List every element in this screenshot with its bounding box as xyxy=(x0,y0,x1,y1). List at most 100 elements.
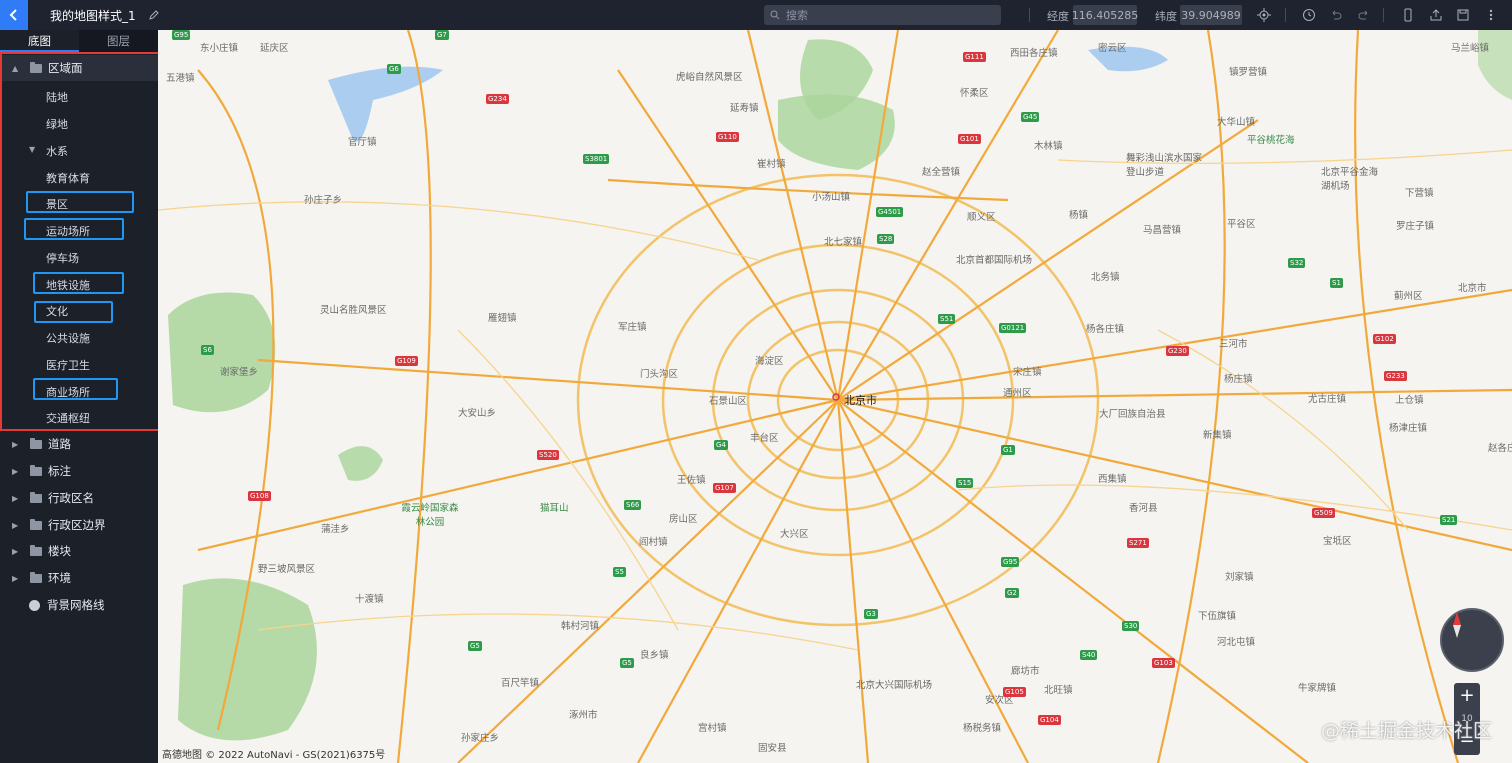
compass-control[interactable] xyxy=(1440,608,1504,672)
place-label: 下伍旗镇 xyxy=(1198,611,1237,622)
attribution-text: © 2022 AutoNavi - GS(2021)6375号 xyxy=(205,750,386,761)
poi-label: 虎峪自然风景区 xyxy=(676,72,743,83)
place-label: 雁翅镇 xyxy=(488,313,517,324)
undo-icon[interactable] xyxy=(1329,8,1343,22)
poi-label: 猫耳山 xyxy=(540,503,569,514)
group-buildings[interactable]: ▶ 楼块 xyxy=(0,538,158,564)
divider xyxy=(1285,8,1286,22)
place-label: 大厂回族自治县 xyxy=(1099,409,1166,420)
locate-icon[interactable] xyxy=(1257,8,1271,22)
place-label: 密云区 xyxy=(1098,43,1127,54)
highway-shield: G4 xyxy=(714,440,728,450)
place-label: 石景山区 xyxy=(709,396,748,407)
group-grid[interactable]: 背景网格线 xyxy=(0,592,158,618)
national-road-shield: G230 xyxy=(1166,346,1189,356)
share-icon[interactable] xyxy=(1429,8,1443,22)
place-label: 涿州市 xyxy=(569,710,598,721)
place-label: 木林镇 xyxy=(1034,141,1063,152)
national-road-shield: G233 xyxy=(1384,371,1407,381)
group-labels[interactable]: ▶ 标注 xyxy=(0,458,158,484)
place-label: 丰台区 xyxy=(750,433,779,444)
longitude-label: 经度 xyxy=(1047,10,1069,23)
group-roads[interactable]: ▶ 道路 xyxy=(0,431,158,457)
place-label: 蓟州区 xyxy=(1394,291,1423,302)
highway-shield: G0121 xyxy=(999,323,1027,333)
edit-icon[interactable] xyxy=(148,9,160,21)
place-label: 镇罗营镇 xyxy=(1229,67,1268,78)
search-input[interactable]: 搜索 xyxy=(764,5,1001,25)
map-style-title: 我的地图样式_1 xyxy=(50,8,136,23)
caret-right-icon: ▶ xyxy=(12,546,19,556)
place-label: 北旺镇 xyxy=(1044,685,1073,696)
highway-shield: S51 xyxy=(938,314,956,324)
highway-shield: S5 xyxy=(613,567,626,577)
highway-shield: G4501 xyxy=(876,207,904,217)
highway-shield: S1 xyxy=(1330,278,1343,288)
place-label: 三河市 xyxy=(1219,339,1248,350)
place-label: 良乡镇 xyxy=(640,650,669,661)
zoom-in-button[interactable]: + xyxy=(1454,683,1480,709)
save-icon[interactable] xyxy=(1456,8,1470,22)
place-label: 牛家牌镇 xyxy=(1298,683,1337,694)
history-icon[interactable] xyxy=(1302,8,1316,22)
back-button[interactable] xyxy=(0,0,28,30)
highway-shield: S66 xyxy=(624,500,642,510)
place-label: 五港镇 xyxy=(166,73,195,84)
place-label: 宝坻区 xyxy=(1323,536,1352,547)
place-label: 西集镇 xyxy=(1098,474,1127,485)
search-placeholder: 搜索 xyxy=(786,9,808,22)
highway-shield: S21 xyxy=(1440,515,1458,525)
highway-shield: G3 xyxy=(864,609,878,619)
place-label: 宋庄镇 xyxy=(1013,367,1042,378)
place-label: 十渡镇 xyxy=(355,594,384,605)
poi-label: 北京首都国际机场 xyxy=(956,255,1033,266)
place-label: 刘家镇 xyxy=(1225,572,1254,583)
highway-shield: G6 xyxy=(387,64,401,74)
place-label: 军庄镇 xyxy=(618,322,647,333)
highway-shield: G1 xyxy=(1001,445,1015,455)
place-label: 杨庄镇 xyxy=(1224,374,1253,385)
caret-right-icon: ▶ xyxy=(12,573,19,583)
highway-shield: G7 xyxy=(435,30,449,40)
group-admin-names[interactable]: ▶ 行政区名 xyxy=(0,485,158,511)
place-label: 延寿镇 xyxy=(730,103,759,114)
place-label: 河北屯镇 xyxy=(1217,637,1256,648)
highway-shield: G45 xyxy=(1021,112,1040,122)
national-road-shield: G108 xyxy=(248,491,271,501)
place-label: 官厅镇 xyxy=(348,137,377,148)
place-label: 蒲洼乡 xyxy=(321,524,350,535)
place-label: 新集镇 xyxy=(1203,430,1232,441)
national-road-shield: G509 xyxy=(1312,508,1335,518)
poi-label: 霞云岭国家森林公园 xyxy=(401,503,459,528)
group-admin-borders[interactable]: ▶ 行政区边界 xyxy=(0,512,158,538)
highway-shield: S40 xyxy=(1080,650,1098,660)
place-label: 下营镇 xyxy=(1405,188,1434,199)
place-label: 海淀区 xyxy=(755,356,784,367)
mobile-preview-icon[interactable] xyxy=(1401,8,1415,22)
poi-label: 野三坡风景区 xyxy=(258,564,316,575)
latitude-field[interactable]: 39.904989 xyxy=(1180,5,1242,25)
place-label: 小汤山镇 xyxy=(812,192,851,203)
poi-label: 北京大兴国际机场 xyxy=(856,680,933,691)
tab-basemap[interactable]: 底图 xyxy=(0,30,79,52)
group-environment[interactable]: ▶ 环境 xyxy=(0,565,158,591)
annotation-frame xyxy=(0,52,161,431)
place-label: 房山区 xyxy=(669,514,698,525)
place-label: 通州区 xyxy=(1003,388,1032,399)
chevron-left-icon xyxy=(9,9,17,21)
tab-layers[interactable]: 图层 xyxy=(79,30,158,52)
highway-shield: S3801 xyxy=(583,154,610,164)
folder-icon xyxy=(30,518,42,530)
map-canvas[interactable]: 北京市 东小庄镇 五港镇 孙庄子乡 灵山名胜风景区 雁翅镇 军庄镇 门头沟区 大… xyxy=(158,30,1512,763)
redo-icon[interactable] xyxy=(1357,8,1371,22)
poi-label: 灵山名胜风景区 xyxy=(320,305,387,316)
folder-icon xyxy=(30,464,42,476)
longitude-field[interactable]: 116.405285 xyxy=(1072,5,1138,25)
highway-shield: S32 xyxy=(1288,258,1306,268)
more-icon[interactable] xyxy=(1484,8,1498,22)
group-label: 道路 xyxy=(48,437,71,451)
place-label: 马兰峪镇 xyxy=(1451,43,1490,54)
folder-icon xyxy=(30,571,42,583)
national-road-shield: S271 xyxy=(1127,538,1149,548)
place-label: 孙庄子乡 xyxy=(304,195,343,206)
